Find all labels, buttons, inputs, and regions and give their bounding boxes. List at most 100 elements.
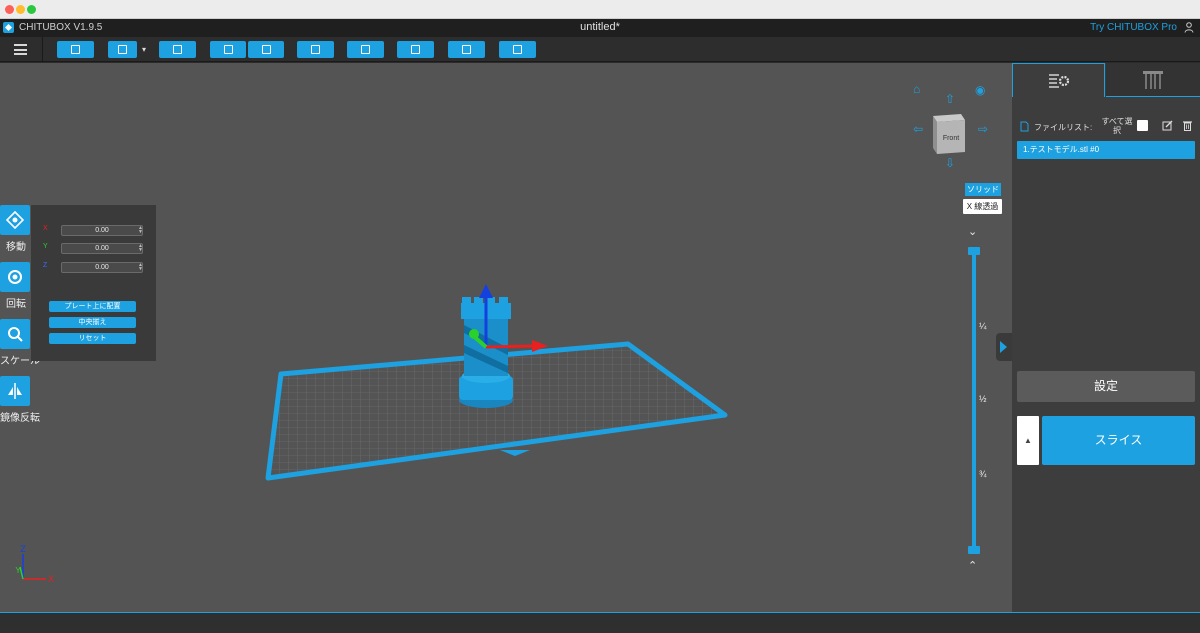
place-on-plate-button[interactable]: プレート上に配置 bbox=[49, 301, 136, 312]
file-list-label: ファイルリスト: bbox=[1034, 123, 1093, 132]
x-axis-label: X bbox=[48, 574, 54, 584]
undo-icon bbox=[223, 45, 233, 54]
rotate-tool-button[interactable] bbox=[0, 262, 30, 292]
toolbar-divider bbox=[42, 37, 43, 62]
z-position-row: Z 0.00 ▲▼ bbox=[43, 262, 143, 274]
tab-support-settings[interactable] bbox=[1106, 63, 1200, 97]
chevron-down-icon[interactable]: ⌄ bbox=[968, 225, 977, 238]
select-all-button[interactable] bbox=[159, 41, 196, 58]
mirror-tool[interactable]: 鏡像反転 bbox=[0, 376, 40, 424]
layer-slider[interactable] bbox=[972, 251, 976, 551]
copy-button[interactable] bbox=[297, 41, 334, 58]
axes-indicator: Z X Y bbox=[15, 545, 54, 584]
y-label: Y bbox=[43, 243, 48, 250]
right-panel: ファイルリスト: すべて選択 1.テストモデル.stl #0 設定 ▲ スライス bbox=[1012, 63, 1200, 612]
tab-model-settings[interactable] bbox=[1012, 63, 1105, 97]
slice-options-button[interactable]: ▲ bbox=[1017, 416, 1039, 465]
y-position-input[interactable]: 0.00 bbox=[61, 243, 143, 254]
save-button[interactable]: ▾ bbox=[108, 41, 146, 58]
view-right-icon[interactable]: ⇨ bbox=[978, 122, 988, 136]
scale-tool-label: スケール bbox=[0, 356, 40, 367]
z-stepper[interactable]: ▲▼ bbox=[138, 263, 143, 272]
y-stepper[interactable]: ▲▼ bbox=[138, 244, 143, 253]
move-panel: X 0.00 ▲▼ Y 0.00 ▲▼ Z 0.00 ▲▼ プレート上に配置 中… bbox=[31, 205, 156, 361]
z-label: Z bbox=[43, 262, 48, 269]
view-cube[interactable]: Front bbox=[933, 114, 965, 154]
slice-button[interactable]: スライス bbox=[1042, 416, 1195, 465]
select-all-checkbox[interactable] bbox=[1137, 120, 1148, 131]
copy-icon bbox=[311, 45, 320, 54]
file-list-item[interactable]: 1.テストモデル.stl #0 bbox=[1017, 141, 1195, 159]
trash-icon[interactable] bbox=[1182, 120, 1193, 131]
z-axis-label: Z bbox=[20, 545, 26, 554]
home-view-icon[interactable]: ⌂ bbox=[913, 82, 920, 96]
y-axis-label: Y bbox=[15, 566, 21, 575]
y-position-row: Y 0.00 ▲▼ bbox=[43, 243, 143, 255]
document-title: untitled* bbox=[580, 21, 620, 33]
render-solid-button[interactable]: ソリッド bbox=[965, 183, 1001, 196]
x-stepper[interactable]: ▲▼ bbox=[138, 226, 143, 235]
view-cube-face: Front bbox=[943, 135, 959, 142]
view-left-icon[interactable]: ⇦ bbox=[913, 122, 923, 136]
main-toolbar: ▾ bbox=[0, 37, 1200, 62]
move-icon bbox=[6, 211, 24, 229]
layer-slider-top-handle[interactable] bbox=[968, 247, 980, 255]
redo-icon bbox=[261, 45, 271, 54]
redo-button[interactable] bbox=[248, 41, 284, 58]
slider-mark-quarter: ¼ bbox=[979, 321, 987, 331]
eye-icon[interactable]: ◉ bbox=[975, 83, 985, 97]
move-tool-button[interactable] bbox=[0, 205, 30, 235]
slider-mark-three-quarter: ¾ bbox=[979, 469, 987, 479]
support-icon bbox=[411, 45, 420, 54]
open-file-button[interactable] bbox=[57, 41, 94, 58]
window-chrome bbox=[0, 0, 1200, 19]
mirror-icon bbox=[8, 383, 22, 399]
scale-icon bbox=[8, 327, 23, 342]
file-icon bbox=[1020, 121, 1029, 132]
folder-icon bbox=[71, 45, 80, 54]
chevron-down-icon[interactable]: ▾ bbox=[142, 45, 146, 54]
support-table-icon bbox=[1143, 71, 1163, 89]
zoom-window-button[interactable] bbox=[27, 5, 36, 14]
close-window-button[interactable] bbox=[5, 5, 14, 14]
view-down-icon[interactable]: ⇩ bbox=[945, 156, 955, 170]
mirror-tool-button[interactable] bbox=[0, 376, 30, 406]
reset-button[interactable]: リセット bbox=[49, 333, 136, 344]
drill-icon bbox=[513, 45, 522, 54]
menu-icon[interactable] bbox=[14, 44, 27, 55]
slider-mark-half: ½ bbox=[979, 394, 987, 404]
hollow-button[interactable] bbox=[448, 41, 485, 58]
hollow-icon bbox=[462, 45, 471, 54]
layer-slider-bottom-handle[interactable] bbox=[968, 546, 980, 554]
rotate-tool[interactable]: 回転 bbox=[0, 262, 32, 310]
minimize-window-button[interactable] bbox=[16, 5, 25, 14]
list-gear-icon bbox=[1049, 74, 1070, 88]
edit-icon[interactable] bbox=[1162, 120, 1173, 131]
viewport-3d[interactable]: ⌂ ◉ ⇧ ⇦ ⇨ ⇩ Front ソリッド X 線透過 ⌄ ¼ ½ ¾ ⌃ Z… bbox=[0, 63, 1012, 612]
z-position-input[interactable]: 0.00 bbox=[61, 262, 143, 273]
expand-panel-button[interactable] bbox=[996, 333, 1012, 361]
plate-marker bbox=[500, 450, 530, 456]
file-list-header: ファイルリスト: すべて選択 bbox=[1020, 117, 1195, 138]
support-button[interactable] bbox=[397, 41, 434, 58]
center-button[interactable]: 中央揃え bbox=[49, 317, 136, 328]
chevron-up-icon[interactable]: ⌃ bbox=[968, 559, 977, 572]
view-up-icon[interactable]: ⇧ bbox=[945, 92, 955, 106]
scale-tool[interactable]: スケール bbox=[0, 319, 40, 367]
settings-button[interactable]: 設定 bbox=[1017, 371, 1195, 402]
x-position-input[interactable]: 0.00 bbox=[61, 225, 143, 236]
move-tool[interactable]: 移動 bbox=[0, 205, 32, 253]
x-position-row: X 0.00 ▲▼ bbox=[43, 225, 143, 237]
x-label: X bbox=[43, 225, 48, 232]
drill-button[interactable] bbox=[499, 41, 536, 58]
mirror-tool-label: 鏡像反転 bbox=[0, 413, 40, 424]
layout-button[interactable] bbox=[347, 41, 384, 58]
user-icon[interactable] bbox=[1184, 22, 1194, 33]
undo-button[interactable] bbox=[210, 41, 246, 58]
scale-tool-button[interactable] bbox=[0, 319, 30, 349]
move-tool-label: 移動 bbox=[6, 242, 26, 253]
try-pro-link[interactable]: Try CHITUBOX Pro bbox=[1090, 22, 1177, 33]
title-bar: CHITUBOX V1.9.5 untitled* Try CHITUBOX P… bbox=[0, 19, 1200, 37]
render-xray-button[interactable]: X 線透過 bbox=[963, 199, 1002, 214]
save-icon bbox=[118, 45, 127, 54]
